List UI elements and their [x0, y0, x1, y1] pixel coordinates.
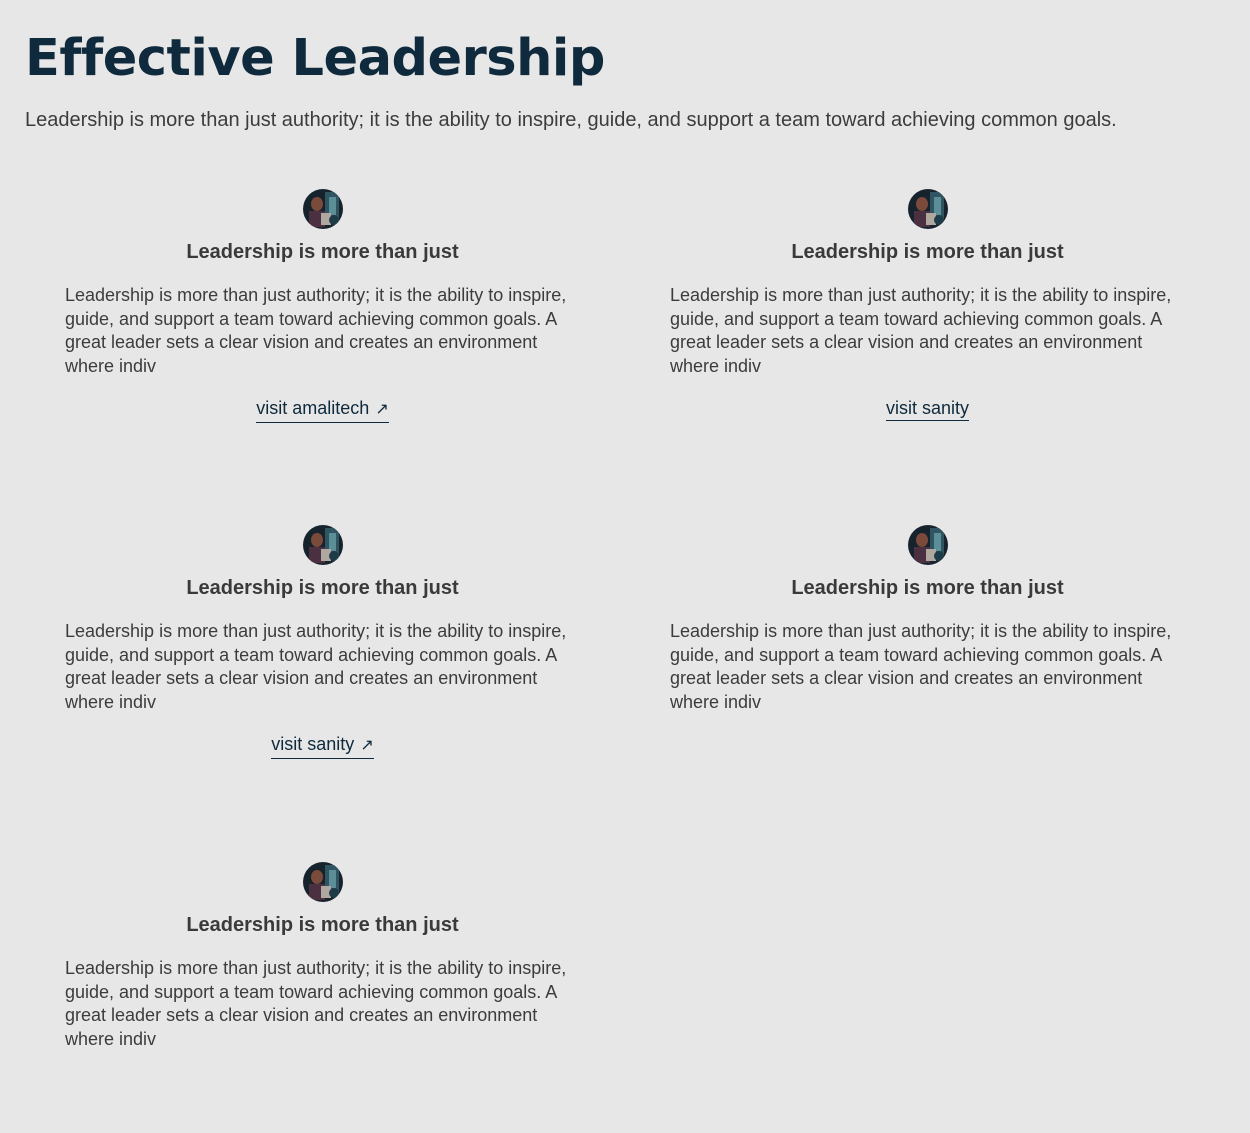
card-text: Leadership is more than just authority; … — [65, 958, 567, 1049]
card-2: Leadership is more than just Leadership … — [670, 189, 1185, 421]
card-title: Leadership is more than just — [791, 241, 1064, 263]
card-1: Leadership is more than just Leadership … — [65, 189, 580, 423]
avatar-image — [907, 189, 948, 229]
visit-amalitech-link[interactable]: visit amalitech ↗ — [256, 397, 389, 423]
link-label: visit sanity — [271, 734, 355, 754]
card-title: Leadership is more than just — [791, 577, 1064, 599]
link-label: visit sanity — [885, 398, 970, 418]
avatar-image — [907, 525, 948, 565]
external-link-icon: ↗ — [360, 737, 374, 754]
card-text: Leadership is more than just authority; … — [670, 285, 1172, 376]
card-4: Leadership is more than just Leadership … — [670, 525, 1185, 714]
card-title: Leadership is more than just — [186, 241, 459, 263]
card-text: Leadership is more than just authority; … — [65, 285, 567, 376]
link-label: visit amalitech — [256, 398, 370, 418]
external-link-icon: ↗ — [375, 401, 389, 418]
card-title: Leadership is more than just — [186, 914, 459, 936]
page-intro: Leadership is more than just authority; … — [25, 109, 1117, 131]
page-title: Effective Leadership — [25, 29, 605, 88]
card-5: Leadership is more than just Leadership … — [65, 862, 580, 1051]
avatar-image — [302, 862, 343, 902]
avatar-image — [302, 189, 343, 229]
card-text: Leadership is more than just authority; … — [670, 621, 1172, 712]
visit-sanity-link[interactable]: visit sanity ↗ — [271, 733, 374, 759]
card-text: Leadership is more than just authority; … — [65, 621, 567, 712]
card-3: Leadership is more than just Leadership … — [65, 525, 580, 759]
visit-sanity-link[interactable]: visit sanity — [885, 397, 970, 421]
card-title: Leadership is more than just — [186, 577, 459, 599]
avatar-image — [302, 525, 343, 565]
page: Effective Leadership Leadership is more … — [0, 0, 1250, 1133]
